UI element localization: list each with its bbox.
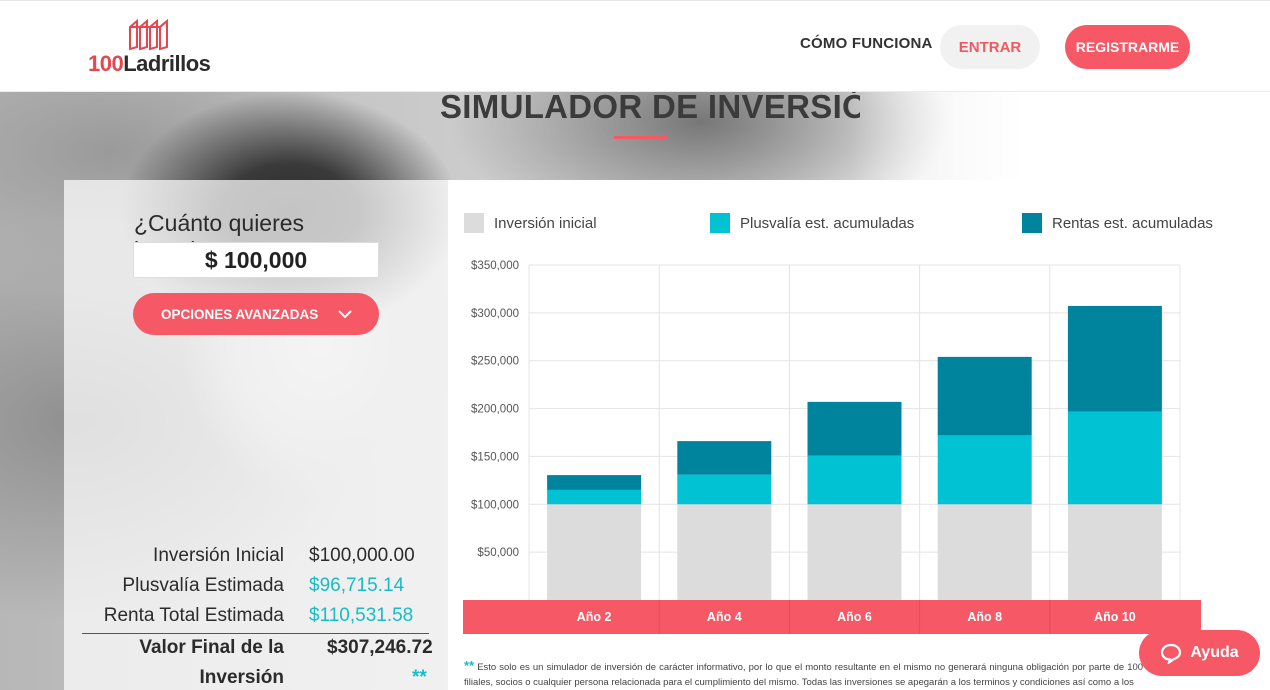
page-title: SIMULADOR DE INVERSIÓN xyxy=(440,88,860,125)
summary-label: Inversión Inicial xyxy=(153,545,284,566)
summary-row-initial: Inversión Inicial $100,000.00 xyxy=(64,545,448,575)
help-label: Ayuda xyxy=(1190,644,1239,661)
brick-stack-icon xyxy=(129,18,168,51)
chat-bubble-icon xyxy=(1161,643,1182,664)
final-value-label: Valor Final de la xyxy=(139,637,284,658)
logo-number: 100 xyxy=(88,51,124,76)
final-value-label-2: Inversión xyxy=(199,667,284,688)
bar-segment xyxy=(677,504,772,600)
hero-fade xyxy=(850,92,1270,182)
bar-segment xyxy=(547,489,642,505)
summary-row-final-2: Inversión xyxy=(64,667,448,690)
bar-segment xyxy=(807,504,902,600)
y-tick-label: $50,000 xyxy=(477,547,519,559)
investment-amount-input[interactable] xyxy=(133,242,379,278)
summary-value: $100,000.00 xyxy=(309,545,415,566)
login-button[interactable]: ENTRAR xyxy=(940,25,1040,69)
disclaimer-text: Esto solo es un simulador de inversión d… xyxy=(464,662,1202,688)
chart-panel: Inversión inicial Plusvalía est. acumula… xyxy=(448,180,1270,690)
title-underline xyxy=(614,136,668,139)
summary-row-final: Valor Final de la $307,246.72 xyxy=(64,637,448,667)
y-tick-label: $200,000 xyxy=(471,404,519,416)
y-tick-label: $250,000 xyxy=(471,356,519,368)
x-tick-label: Año 4 xyxy=(707,610,742,624)
x-tick-label: Año 6 xyxy=(837,610,872,624)
summary-value: $96,715.14 xyxy=(309,575,405,596)
bar-segment xyxy=(937,356,1032,436)
bar-segment xyxy=(1067,305,1162,412)
y-tick-label: $300,000 xyxy=(471,308,519,320)
help-button[interactable]: Ayuda xyxy=(1139,630,1260,676)
summary-label: Renta Total Estimada xyxy=(103,605,284,626)
x-tick-label: Año 10 xyxy=(1094,610,1136,624)
logo-text: 100Ladrillos xyxy=(88,51,211,77)
summary-label: Plusvalía Estimada xyxy=(122,575,284,596)
bar-segment xyxy=(547,504,642,600)
disclaimer: ** Esto solo es un simulador de inversió… xyxy=(464,658,1202,690)
final-value: $307,246.72 xyxy=(327,637,433,658)
summary-row-renta: Renta Total Estimada $110,531.58 xyxy=(64,605,448,635)
y-tick-label: $100,000 xyxy=(471,499,519,511)
register-button[interactable]: REGISTRARME xyxy=(1065,25,1190,69)
bar-segment xyxy=(937,435,1032,505)
bar-segment xyxy=(807,401,902,456)
logo[interactable]: 100Ladrillos xyxy=(88,17,218,77)
advanced-options-label: OPCIONES AVANZADAS xyxy=(161,306,319,322)
calculator-panel: ¿Cuánto quieres invertir? OPCIONES AVANZ… xyxy=(64,180,448,690)
summary-divider xyxy=(82,633,429,634)
logo-word: Ladrillos xyxy=(123,51,211,76)
footnote-marker: ** xyxy=(412,667,427,688)
summary-row-plusvalia: Plusvalía Estimada $96,715.14 xyxy=(64,575,448,605)
bar-segment xyxy=(937,504,1032,600)
site-header: 100Ladrillos CÓMO FUNCIONA ENTRAR REGIST… xyxy=(0,0,1270,92)
y-tick-label: $350,000 xyxy=(471,260,519,272)
x-tick-label: Año 2 xyxy=(577,610,612,624)
x-tick-label: Año 8 xyxy=(967,610,1002,624)
y-tick-label: $150,000 xyxy=(471,451,519,463)
summary-value: $110,531.58 xyxy=(309,605,414,626)
bar-segment xyxy=(1067,504,1162,600)
chevron-down-icon xyxy=(338,310,352,319)
stacked-bar-chart: $50,000 $100,000 $150,000 $200,000 $250,000 $… xyxy=(463,260,1201,634)
footnote-star: ** xyxy=(464,658,475,673)
bar-segment xyxy=(677,441,772,475)
advanced-options-button[interactable]: OPCIONES AVANZADAS xyxy=(133,293,379,335)
bar-segment xyxy=(807,455,902,505)
bar-segment xyxy=(677,474,772,505)
bar-segment xyxy=(547,475,642,490)
nav-como-funciona[interactable]: CÓMO FUNCIONA xyxy=(800,35,933,52)
bar-segment xyxy=(1067,411,1162,505)
x-axis-band xyxy=(463,600,1201,634)
